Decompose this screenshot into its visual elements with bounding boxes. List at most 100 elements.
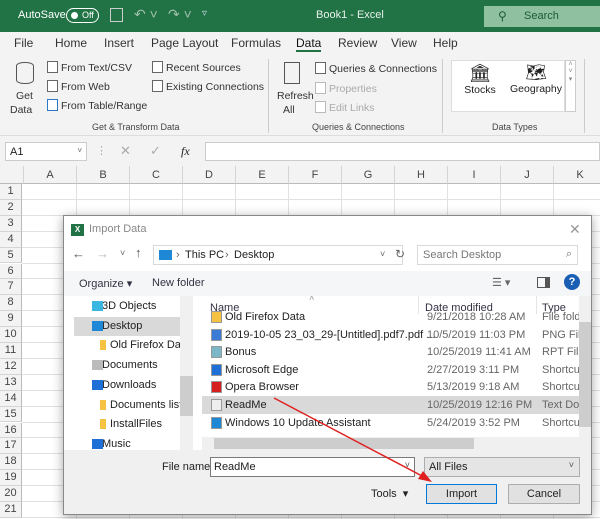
row-header[interactable]: 3	[0, 215, 22, 232]
tab-review[interactable]: Review	[338, 36, 377, 50]
preview-pane-icon[interactable]	[537, 277, 550, 288]
tab-view[interactable]: View	[391, 36, 417, 50]
column-header[interactable]: G	[342, 166, 395, 184]
nav-item[interactable]: Downloads	[74, 376, 180, 395]
nav-scrollbar[interactable]	[180, 296, 193, 450]
column-header[interactable]: D	[183, 166, 236, 184]
tools-button[interactable]: Tools ▾	[371, 487, 408, 500]
nav-item[interactable]: 3D Objects	[74, 297, 180, 316]
nav-item[interactable]: InstallFiles	[74, 415, 180, 434]
existing-connections-button[interactable]: Existing Connections	[152, 80, 264, 93]
breadcrumb-desktop[interactable]: Desktop	[234, 249, 274, 261]
breadcrumb-this-pc[interactable]: This PC	[185, 249, 224, 261]
tab-formulas[interactable]: Formulas	[231, 36, 281, 50]
tab-home[interactable]: Home	[55, 36, 87, 50]
scroll-thumb[interactable]	[214, 438, 474, 449]
file-row[interactable]: Opera Browser 5/13/2019 9:18 AM Shortcut	[202, 378, 579, 396]
name-box[interactable]: A1 ˅	[5, 142, 87, 161]
select-all[interactable]	[0, 166, 24, 184]
new-folder-button[interactable]: New folder	[152, 277, 205, 289]
queries-connections-button[interactable]: Queries & Connections	[315, 62, 437, 75]
row-header[interactable]: 4	[0, 231, 22, 248]
row-header[interactable]: 13	[0, 374, 22, 391]
column-header[interactable]: E	[236, 166, 289, 184]
formula-input[interactable]	[205, 142, 600, 161]
file-row[interactable]: Old Firefox Data 9/21/2018 10:28 AM File f…	[202, 308, 579, 326]
refresh-icon[interactable]: ↻	[395, 247, 405, 261]
row-header[interactable]: 20	[0, 486, 22, 502]
customize-qat-icon[interactable]: ▿	[202, 8, 207, 19]
file-horizontal-scrollbar[interactable]	[202, 437, 579, 450]
get-data-button[interactable]: Get Data	[8, 60, 46, 118]
scroll-thumb[interactable]	[579, 322, 591, 427]
row-header[interactable]: 15	[0, 406, 22, 423]
column-header[interactable]: J	[501, 166, 554, 184]
row-header[interactable]: 5	[0, 247, 22, 264]
back-icon[interactable]: ←	[72, 246, 85, 261]
nav-item[interactable]: Old Firefox Dat	[74, 336, 184, 355]
from-text-csv-button[interactable]: From Text/CSV	[47, 61, 132, 74]
row-header[interactable]: 11	[0, 343, 22, 359]
close-icon[interactable]: ✕	[569, 221, 581, 238]
tab-help[interactable]: Help	[433, 36, 458, 50]
row-header[interactable]: 16	[0, 422, 22, 439]
file-name-input[interactable]: ReadMe ˅	[210, 457, 415, 477]
up-icon[interactable]: ↑	[135, 245, 142, 260]
geography-button[interactable]: 🗺 Geography	[508, 63, 564, 109]
row-header[interactable]: 8	[0, 295, 22, 312]
row-header[interactable]: 7	[0, 279, 22, 296]
row-header[interactable]: 14	[0, 390, 22, 407]
file-row[interactable]: Bonus 10/25/2019 11:41 AM RPT File	[202, 343, 579, 361]
tab-page-layout[interactable]: Page Layout	[151, 36, 218, 50]
file-row[interactable]: Windows 10 Update Assistant 5/24/2019 3:5…	[202, 414, 579, 432]
file-vertical-scrollbar[interactable]	[579, 296, 591, 450]
row-header[interactable]: 1	[0, 184, 22, 200]
search-box[interactable]: ⚲ Search	[484, 6, 600, 27]
row-header[interactable]: 18	[0, 454, 22, 471]
save-icon[interactable]	[110, 8, 123, 22]
column-header[interactable]: F	[289, 166, 342, 184]
insert-function-icon[interactable]: fx	[181, 144, 190, 159]
cancel-button[interactable]: Cancel	[508, 484, 580, 504]
redo-icon[interactable]: ↷ ˅	[168, 6, 192, 23]
chevron-down-icon[interactable]: ˅	[380, 249, 385, 259]
refresh-all-button[interactable]: Refresh All	[274, 60, 314, 118]
row-header[interactable]: 19	[0, 470, 22, 487]
undo-icon[interactable]: ↶ ˅	[134, 6, 158, 23]
from-table-button[interactable]: From Table/Range	[47, 99, 147, 112]
tab-insert[interactable]: Insert	[104, 36, 134, 50]
properties-button[interactable]: Properties	[315, 82, 377, 95]
organize-button[interactable]: Organize ▾	[79, 277, 132, 290]
file-row[interactable]: Microsoft Edge 2/27/2019 3:11 PM Shortcut	[202, 361, 579, 379]
file-type-select[interactable]: All Files ˅	[424, 457, 580, 477]
file-row[interactable]: ReadMe 10/25/2019 12:16 PM Text Document	[202, 396, 579, 414]
column-header[interactable]: H	[395, 166, 448, 184]
nav-item[interactable]: Desktop	[74, 316, 180, 336]
stocks-button[interactable]: 🏛 Stocks	[457, 63, 503, 109]
cancel-icon[interactable]: ✕	[120, 143, 131, 159]
recent-locations-icon[interactable]: ˅	[120, 248, 125, 258]
row-header[interactable]: 2	[0, 199, 22, 216]
file-row[interactable]: 2019-10-05 23_03_29-[Untitled].pdf7.pdf …	[202, 326, 579, 344]
forward-icon[interactable]: →	[96, 246, 109, 261]
from-web-button[interactable]: From Web	[47, 80, 110, 93]
tab-file[interactable]: File	[14, 36, 33, 50]
edit-links-button[interactable]: Edit Links	[315, 101, 375, 114]
column-header[interactable]: K	[554, 166, 600, 184]
view-options-icon[interactable]: ☰ ▾	[492, 276, 510, 289]
column-header[interactable]: C	[130, 166, 183, 184]
row-header[interactable]: 9	[0, 311, 22, 328]
row-header[interactable]: 6	[0, 263, 22, 280]
nav-item[interactable]: Documents	[74, 356, 180, 375]
nav-item[interactable]: Documents list	[74, 396, 182, 415]
help-icon[interactable]: ?	[564, 274, 580, 290]
enter-icon[interactable]: ✓	[150, 143, 161, 159]
gallery-scroll[interactable]: ˄ ˅ ▾	[565, 60, 576, 112]
import-button[interactable]: Import	[426, 484, 497, 504]
recent-sources-button[interactable]: Recent Sources	[152, 61, 241, 74]
tab-data[interactable]: Data	[296, 36, 322, 52]
scroll-thumb[interactable]	[180, 376, 193, 416]
row-header[interactable]: 21	[0, 502, 22, 518]
row-header[interactable]: 17	[0, 438, 22, 455]
column-header[interactable]: B	[77, 166, 130, 184]
